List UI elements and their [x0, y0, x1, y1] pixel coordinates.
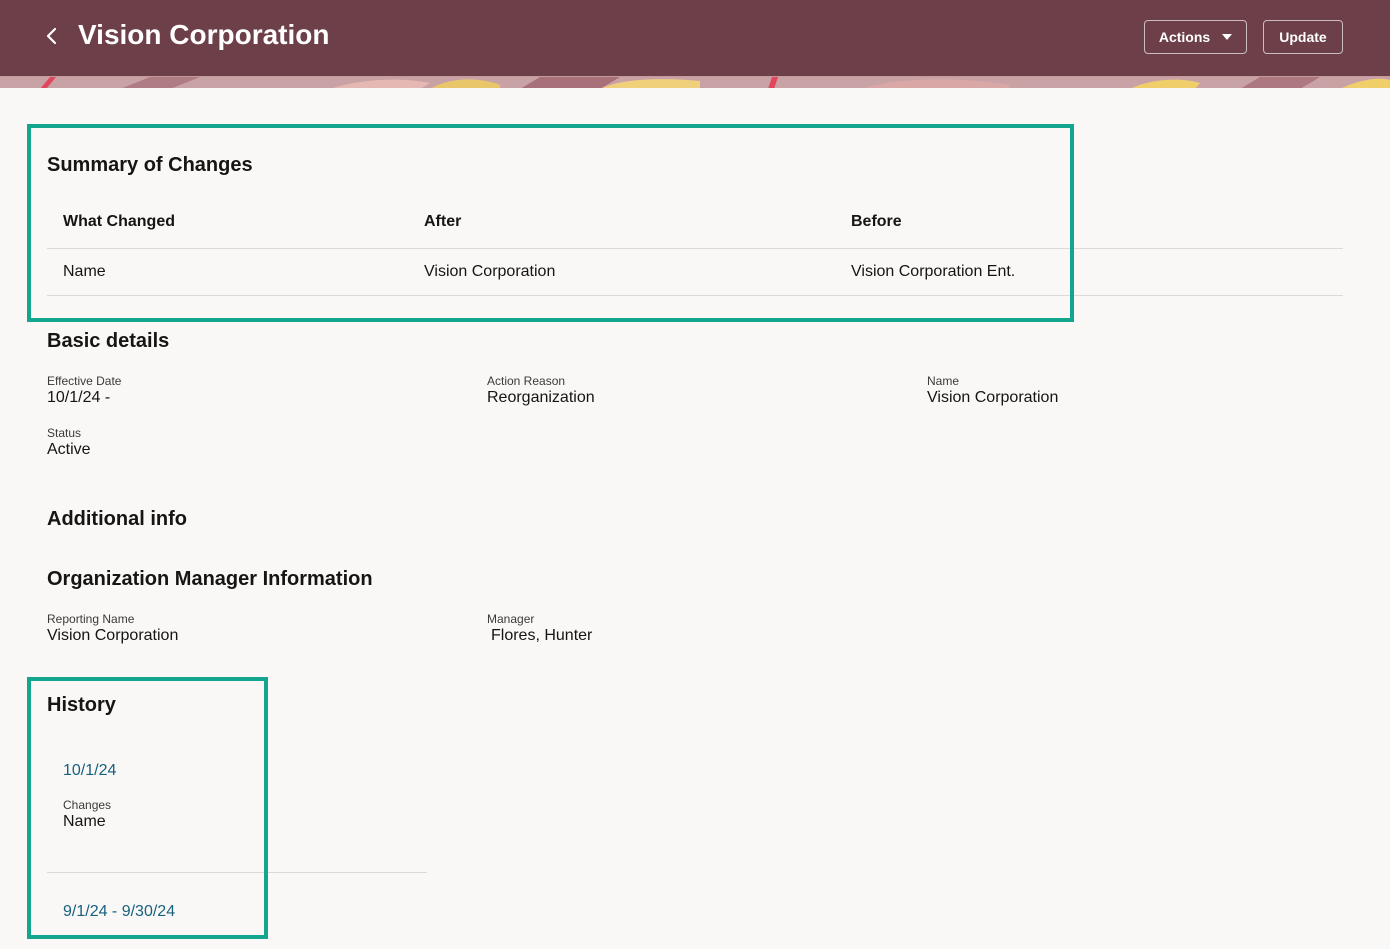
column-header-after: After [424, 213, 462, 230]
history-entry-date-link[interactable]: 9/1/24 - 9/30/24 [63, 903, 175, 921]
summary-title: Summary of Changes [47, 154, 253, 176]
table-cell-after: Vision Corporation [424, 263, 556, 280]
header-decorative-banner [0, 76, 1390, 88]
table-cell-what-changed: Name [63, 263, 106, 280]
update-label: Update [1279, 29, 1327, 45]
history-entry-divider [47, 872, 427, 873]
name-value: Vision Corporation [927, 389, 1059, 406]
caret-down-icon [1222, 34, 1233, 40]
manager-label: Manager [487, 612, 535, 626]
org-manager-title: Organization Manager Information [47, 568, 373, 590]
column-header-before: Before [851, 213, 902, 230]
table-cell-before: Vision Corporation Ent. [851, 263, 1016, 280]
column-header-what-changed: What Changed [63, 213, 175, 230]
basic-details-title: Basic details [47, 330, 170, 352]
effective-date-value: 10/1/24 - [47, 389, 111, 406]
manager-value: Flores, Hunter [491, 627, 593, 644]
history-changes-label: Changes [63, 798, 112, 812]
history-entry-date-link[interactable]: 10/1/24 [63, 762, 116, 780]
actions-label: Actions [1158, 29, 1211, 45]
table-row-divider [47, 295, 1343, 296]
reporting-name-value: Vision Corporation [47, 627, 179, 644]
history-title: History [47, 694, 116, 716]
table-header-divider [47, 248, 1343, 249]
status-value: Active [47, 441, 91, 458]
back-button[interactable] [38, 24, 66, 52]
update-button[interactable]: Update [1263, 20, 1343, 54]
action-reason-value: Reorganization [487, 389, 595, 406]
status-label: Status [47, 426, 82, 440]
action-reason-label: Action Reason [487, 374, 566, 388]
chevron-left-icon [45, 27, 59, 50]
actions-menu-button[interactable]: Actions [1144, 20, 1247, 54]
effective-date-label: Effective Date [47, 374, 122, 388]
name-label: Name [927, 374, 960, 388]
history-changes-value: Name [63, 813, 106, 830]
reporting-name-label: Reporting Name [47, 612, 135, 626]
additional-info-title: Additional info [47, 508, 187, 530]
page-title: Vision Corporation [78, 19, 330, 50]
